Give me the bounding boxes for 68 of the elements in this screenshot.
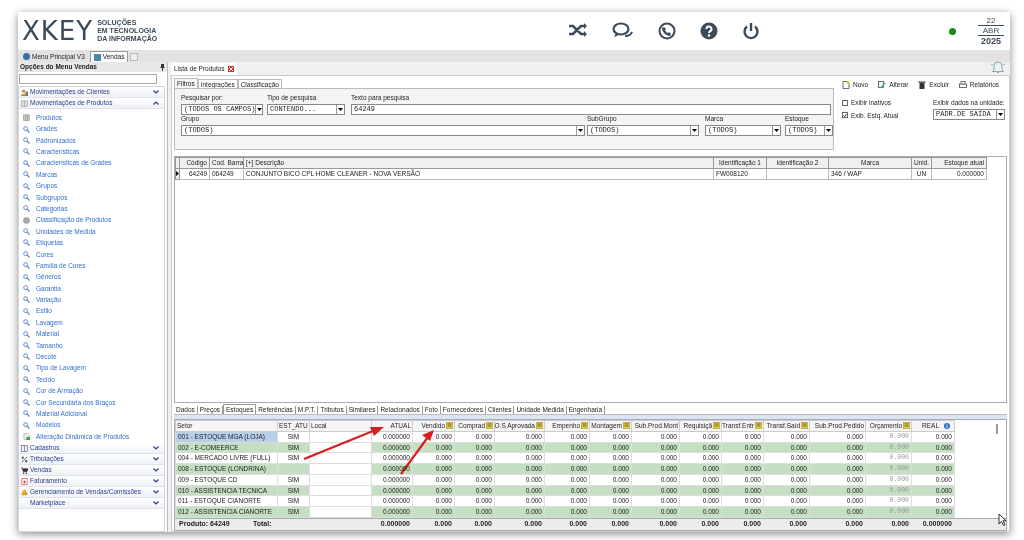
document-plus-icon [23,433,30,441]
menu-group-icon [21,99,28,107]
search-icon [23,398,30,406]
dropdown-arrow-icon[interactable] [998,112,1003,116]
chevron-up-icon[interactable] [153,101,159,105]
dropdown-arrow-icon[interactable] [578,128,583,132]
chevron-down-icon[interactable] [153,90,159,94]
search-icon [23,182,30,190]
search-icon [23,330,30,338]
app-icon [93,53,101,61]
search-icon [23,148,30,156]
search-icon [23,410,30,418]
menu-group-icon [21,488,28,496]
dropdown-arrow-icon[interactable] [338,107,343,111]
pin-icon[interactable] [160,63,165,71]
search-field[interactable] [19,74,157,84]
dropdown-arrow-icon[interactable] [256,107,262,111]
search-icon [23,262,30,270]
search-icon [23,136,30,144]
checkbox[interactable] [842,99,848,106]
scrollbar-thumb[interactable] [996,424,998,434]
logo-wordmark: XKEY [22,18,94,44]
chat-icon[interactable] [612,22,634,40]
dropdown-arrow-icon[interactable] [826,128,831,132]
search-icon [23,285,30,293]
date-month: ABR [978,25,1004,36]
search-icon [23,125,30,133]
search-icon [23,228,30,236]
search-icon [23,239,30,247]
menu-group-icon [21,444,28,452]
date-day: 22 [978,15,1004,26]
search-icon [23,319,30,327]
phone-chat-icon[interactable] [658,22,676,40]
info-icon[interactable] [944,422,950,429]
search-icon [23,205,30,213]
search-icon [23,296,30,304]
date-year: 2025 [981,35,1001,47]
menu-group-icon [21,88,28,96]
table-cell [766,168,829,179]
close-icon[interactable] [227,66,234,72]
menu-group-icon [21,466,28,474]
globe-icon [23,53,30,60]
power-icon[interactable] [742,22,760,40]
printer-icon [958,80,967,89]
search-icon [23,342,30,349]
search-icon [23,364,30,372]
disc-icon [23,216,30,224]
search-icon [23,171,30,179]
dropdown-arrow-icon[interactable] [774,128,779,132]
search-icon [23,273,30,281]
checkbox[interactable] [842,112,848,119]
trash-icon [918,80,927,89]
new-document-icon [842,80,850,89]
help-icon[interactable] [700,22,718,40]
search-icon [23,387,30,395]
search-icon [23,193,30,201]
search-icon [23,159,30,167]
menu-group-icon [21,455,28,463]
search-icon [23,353,30,361]
edit-icon [878,80,887,89]
search-icon [23,307,30,315]
shuffle-icon[interactable] [568,22,588,38]
search-icon [23,250,30,258]
dropdown-arrow-icon[interactable] [692,128,697,132]
search-icon [23,421,30,429]
menu-group-icon [21,477,28,485]
grid-icon [23,114,30,122]
search-icon [23,376,30,384]
